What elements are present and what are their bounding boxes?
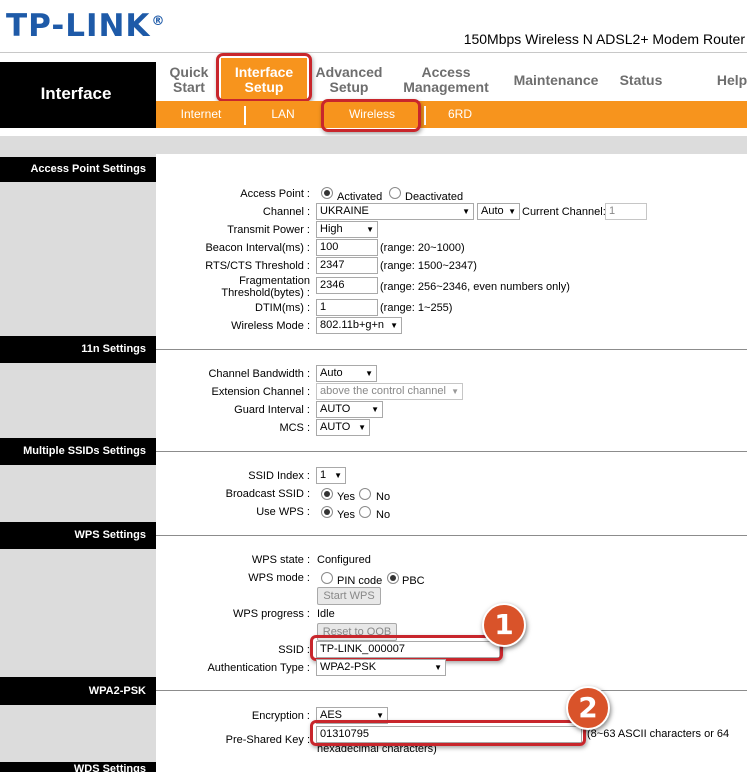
tab-quick-start[interactable]: Quick Start [160, 65, 218, 99]
beacon-interval-field[interactable]: 100 [316, 239, 378, 256]
pin-code-label: PIN code [337, 575, 383, 587]
psk-highlight [310, 720, 586, 746]
channel-bandwidth-select[interactable]: Auto [316, 365, 377, 382]
interface-setup-highlight [216, 53, 312, 102]
extension-channel-label: Extension Channel : [211, 386, 310, 398]
psk-hint-line1: (8~63 ASCII characters or 64 [587, 728, 730, 740]
activated-label: Activated [337, 191, 383, 203]
ssid-index-label: SSID Index : [248, 470, 310, 482]
transmit-power-label: Transmit Power : [227, 224, 310, 236]
tp-link-logo: TP-LINK® [6, 8, 166, 44]
dtim-range: (range: 1~255) [380, 302, 453, 314]
use-wps-no-label: No [376, 509, 391, 521]
pbc-label: PBC [402, 575, 425, 587]
callout-badge-1: 1 [482, 603, 526, 647]
section-11n: 11n Settings [0, 336, 156, 363]
channel-select[interactable]: UKRAINE [316, 203, 474, 220]
current-channel-field: 1 [605, 203, 647, 220]
pbc-radio[interactable] [387, 572, 399, 584]
activated-radio[interactable] [321, 187, 333, 199]
use-wps-yes-label: Yes [337, 509, 355, 521]
tab-advanced-setup[interactable]: Advanced Setup [310, 65, 388, 99]
deactivated-label: Deactivated [405, 191, 464, 203]
deactivated-radio[interactable] [389, 187, 401, 199]
beacon-range: (range: 20~1000) [380, 242, 465, 254]
wireless-mode-select[interactable]: 802.11b+g+n [316, 317, 402, 334]
wps-mode-label: WPS mode : [248, 572, 310, 584]
wps-progress-value: Idle [317, 608, 335, 620]
channel-label: Channel : [262, 206, 310, 218]
section-divider [156, 535, 747, 536]
access-point-label: Access Point : [240, 188, 310, 200]
encryption-label: Encryption : [251, 710, 310, 722]
start-wps-button[interactable]: Start WPS [317, 587, 381, 605]
wireless-highlight [321, 99, 421, 132]
subtab-separator [244, 106, 246, 125]
section-divider [156, 349, 747, 350]
beacon-interval-label: Beacon Interval(ms) : [205, 242, 310, 254]
subtab-separator [424, 106, 426, 125]
section-wds: WDS Settings [0, 762, 156, 772]
authentication-type-select[interactable]: WPA2-PSK [316, 659, 446, 676]
section-multiple-ssids: Multiple SSIDs Settings [0, 438, 156, 465]
broadcast-no-radio[interactable] [359, 488, 371, 500]
section-divider [156, 451, 747, 452]
guard-interval-select[interactable]: AUTO [316, 401, 383, 418]
current-channel-label: Current Channel: [522, 206, 606, 218]
dtim-field[interactable]: 1 [316, 299, 378, 316]
subtab-lan[interactable]: LAN [252, 101, 314, 128]
subtab-internet[interactable]: Internet [166, 101, 236, 128]
mcs-select[interactable]: AUTO [316, 419, 370, 436]
broadcast-no-label: No [376, 491, 391, 503]
content-top-strip [0, 136, 747, 154]
fragmentation-field[interactable]: 2346 [316, 277, 378, 294]
dtim-label: DTIM(ms) : [255, 302, 310, 314]
rts-threshold-field[interactable]: 2347 [316, 257, 378, 274]
transmit-power-select[interactable]: High [316, 221, 378, 238]
broadcast-yes-radio[interactable] [321, 488, 333, 500]
section-access-point: Access Point Settings [0, 157, 156, 182]
tab-access-management[interactable]: Access Management [400, 65, 492, 99]
section-wps: WPS Settings [0, 522, 156, 549]
header-divider [0, 52, 747, 53]
callout-badge-2: 2 [566, 686, 610, 730]
pin-code-radio[interactable] [321, 572, 333, 584]
section-divider [156, 690, 747, 691]
rts-range: (range: 1500~2347) [380, 260, 477, 272]
rts-threshold-label: RTS/CTS Threshold : [205, 260, 310, 272]
fragmentation-range: (range: 256~2346, even numbers only) [380, 281, 570, 293]
broadcast-ssid-label: Broadcast SSID : [225, 488, 310, 500]
subtab-6rd[interactable]: 6RD [430, 101, 490, 128]
guard-interval-label: Guard Interval : [234, 404, 310, 416]
broadcast-yes-label: Yes [337, 491, 355, 503]
authentication-type-label: Authentication Type : [207, 662, 310, 674]
use-wps-no-radio[interactable] [359, 506, 371, 518]
mcs-label: MCS : [279, 422, 310, 434]
section-wpa2-psk: WPA2-PSK [0, 677, 156, 705]
channel-auto-select[interactable]: Auto [477, 203, 520, 220]
pre-shared-key-label: Pre-Shared Key : [225, 734, 310, 746]
wps-state-label: WPS state : [251, 554, 310, 566]
channel-bandwidth-label: Channel Bandwidth : [208, 368, 310, 380]
wireless-mode-label: Wireless Mode : [231, 320, 310, 332]
use-wps-yes-radio[interactable] [321, 506, 333, 518]
fragmentation-label: Fragmentation Threshold(bytes) : [221, 275, 310, 299]
model-name: 150Mbps Wireless N ADSL2+ Modem Router [463, 31, 745, 47]
use-wps-label: Use WPS : [256, 506, 310, 518]
wps-state-value: Configured [317, 554, 371, 566]
ssid-index-select[interactable]: 1 [316, 467, 346, 484]
nav-section-title: Interface [40, 84, 112, 103]
wps-progress-label: WPS progress : [232, 608, 310, 620]
extension-channel-select: above the control channel [316, 383, 463, 400]
ssid-label: SSID : [278, 644, 310, 656]
ssid-highlight [310, 635, 503, 661]
